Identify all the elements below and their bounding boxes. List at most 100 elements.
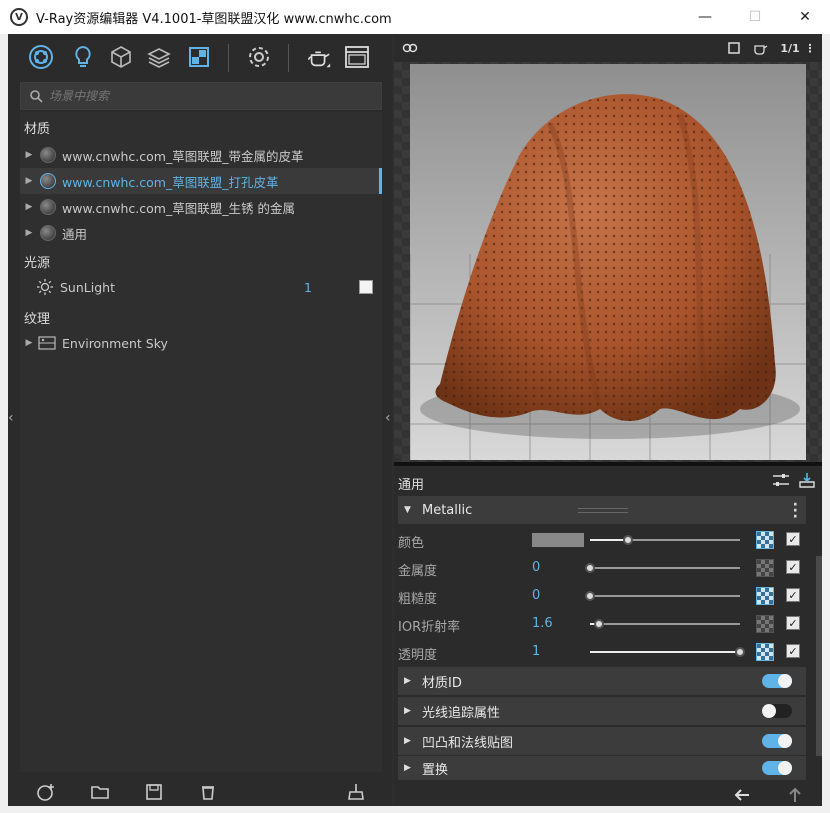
metalness-slider[interactable] <box>585 563 740 573</box>
material-ball-icon <box>40 147 56 163</box>
properties-scrollbar[interactable] <box>816 556 822 756</box>
back-arrow-icon[interactable] <box>734 788 750 802</box>
enable-checkbox[interactable]: ✓ <box>786 616 800 630</box>
open-folder-icon[interactable] <box>90 782 110 802</box>
save-icon[interactable] <box>144 782 164 802</box>
slider-handle[interactable] <box>585 563 595 573</box>
light-toggle-swatch[interactable] <box>359 280 373 294</box>
properties-bottom-bar <box>394 782 822 806</box>
material-label: 通用 <box>62 226 88 242</box>
light-item[interactable]: SunLight 1 <box>20 274 382 300</box>
enable-checkbox[interactable]: ✓ <box>786 560 800 574</box>
delete-icon[interactable] <box>198 782 218 802</box>
load-material-icon[interactable] <box>798 472 816 488</box>
properties-header: 通用 <box>398 478 425 493</box>
add-asset-icon[interactable] <box>36 782 56 802</box>
render-teapot-icon[interactable] <box>306 44 332 70</box>
expand-arrow-icon[interactable]: ▶ <box>22 176 36 186</box>
sliders-settings-icon[interactable] <box>772 472 790 488</box>
texture-item[interactable]: ▶ Environment Sky <box>20 330 382 356</box>
ior-row: IOR折射率 1.6 ✓ <box>398 610 806 638</box>
lights-section-title: 光源 <box>24 256 51 271</box>
enable-checkbox[interactable]: ✓ <box>786 588 800 602</box>
color-slider[interactable] <box>590 535 740 545</box>
minimize-button[interactable]: — <box>680 0 730 34</box>
slider-handle[interactable] <box>735 647 745 657</box>
opacity-value[interactable]: 1 <box>532 644 540 659</box>
texture-map-button[interactable] <box>756 587 774 605</box>
ior-slider[interactable] <box>590 619 740 629</box>
texture-map-button[interactable] <box>756 643 774 661</box>
editor-panel: 1/1 ⋮ 通用 ▼ Metallic · · · 颜色 ✓ 金属度 0 ✓ 粗… <box>394 34 822 806</box>
texture-map-button[interactable] <box>756 615 774 633</box>
group-toggle[interactable] <box>762 674 792 688</box>
collapse-left-arrow-icon[interactable]: ‹ <box>8 410 14 426</box>
main-frame: 材质 ▶ www.cnwhc.com_草图联盟_带金属的皮革 ▶ www.cnw… <box>8 34 822 806</box>
frame-buffer-icon[interactable] <box>344 44 370 70</box>
group-metallic[interactable]: ▼ Metallic · · · <box>398 496 806 524</box>
ior-value[interactable]: 1.6 <box>532 616 553 631</box>
lights-icon[interactable] <box>70 44 96 70</box>
purge-broom-icon[interactable] <box>346 782 366 802</box>
opacity-slider[interactable] <box>590 647 745 657</box>
slider-handle[interactable] <box>594 619 604 629</box>
texture-map-button[interactable] <box>756 531 774 549</box>
settings-icon[interactable] <box>246 44 272 70</box>
slider-handle[interactable] <box>623 535 633 545</box>
color-row: 颜色 ✓ <box>398 526 806 554</box>
roughness-slider[interactable] <box>585 591 740 601</box>
toolbar-divider <box>228 44 229 72</box>
group-material-id[interactable]: ▶ 材质ID <box>398 667 806 695</box>
collapse-arrow-icon[interactable]: ▼ <box>404 505 418 515</box>
expand-arrow-icon[interactable]: ▶ <box>404 763 418 773</box>
material-ball-icon <box>40 173 56 189</box>
render-elements-icon[interactable] <box>186 44 212 70</box>
texture-map-button[interactable] <box>756 559 774 577</box>
expand-arrow-icon[interactable]: ▶ <box>404 736 418 746</box>
drag-grip[interactable] <box>578 508 628 513</box>
expand-arrow-icon[interactable]: ▶ <box>22 150 36 160</box>
expand-arrow-icon[interactable]: ▶ <box>404 706 418 716</box>
materials-icon[interactable] <box>28 44 54 70</box>
enable-checkbox[interactable]: ✓ <box>786 644 800 658</box>
group-toggle[interactable] <box>762 704 792 718</box>
metalness-value[interactable]: 0 <box>532 560 540 575</box>
search-input[interactable] <box>49 89 381 103</box>
slider-fill <box>590 651 740 653</box>
maximize-button[interactable]: ☐ <box>730 0 780 34</box>
group-toggle[interactable] <box>762 761 792 775</box>
expand-arrow-icon[interactable]: ▶ <box>22 228 36 238</box>
material-item-selected[interactable]: ▶ www.cnwhc.com_草图联盟_打孔皮革 <box>20 168 382 194</box>
textures-icon[interactable] <box>146 44 172 70</box>
material-ball-icon <box>40 199 56 215</box>
search-box[interactable] <box>20 82 382 110</box>
preview-menu-icon[interactable]: ⋮ <box>802 40 818 56</box>
group-menu-icon[interactable]: · · · <box>793 498 798 524</box>
slider-handle[interactable] <box>585 591 595 601</box>
group-title: Metallic <box>422 502 473 518</box>
preview-scene-teapot-icon[interactable] <box>752 40 768 56</box>
group-raytrace[interactable]: ▶ 光线追踪属性 <box>398 697 806 725</box>
expand-arrow-icon[interactable]: ▶ <box>22 202 36 212</box>
group-bump-normal[interactable]: ▶ 凹凸和法线贴图 <box>398 727 806 755</box>
enable-checkbox[interactable]: ✓ <box>786 532 800 546</box>
preview-toolbar: 1/1 ⋮ <box>394 34 822 62</box>
window-title: V-Ray资源编辑器 V4.1001-草图联盟汉化 www.cnwhc.com <box>36 11 392 27</box>
material-item[interactable]: ▶ 通用 <box>20 220 382 246</box>
close-button[interactable]: ✕ <box>780 0 830 34</box>
roughness-value[interactable]: 0 <box>532 588 540 603</box>
preview-ratio-label[interactable]: 1/1 <box>778 40 802 56</box>
geometry-icon[interactable] <box>108 44 134 70</box>
preview-lock-icon[interactable] <box>402 40 418 56</box>
expand-arrow-icon[interactable]: ▶ <box>22 338 36 348</box>
color-swatch[interactable] <box>532 533 584 547</box>
collapse-preview-arrow-icon[interactable]: ‹ <box>385 410 391 426</box>
group-toggle[interactable] <box>762 734 792 748</box>
asset-list-panel: 材质 ▶ www.cnwhc.com_草图联盟_带金属的皮革 ▶ www.cnw… <box>8 34 392 806</box>
group-displacement[interactable]: ▶ 置换 <box>398 756 806 780</box>
material-item[interactable]: ▶ www.cnwhc.com_草图联盟_带金属的皮革 <box>20 142 382 168</box>
material-item[interactable]: ▶ www.cnwhc.com_草图联盟_生锈 的金属 <box>20 194 382 220</box>
preview-stop-icon[interactable] <box>726 40 742 56</box>
expand-arrow-icon[interactable]: ▶ <box>404 676 418 686</box>
up-arrow-icon[interactable] <box>788 787 802 803</box>
